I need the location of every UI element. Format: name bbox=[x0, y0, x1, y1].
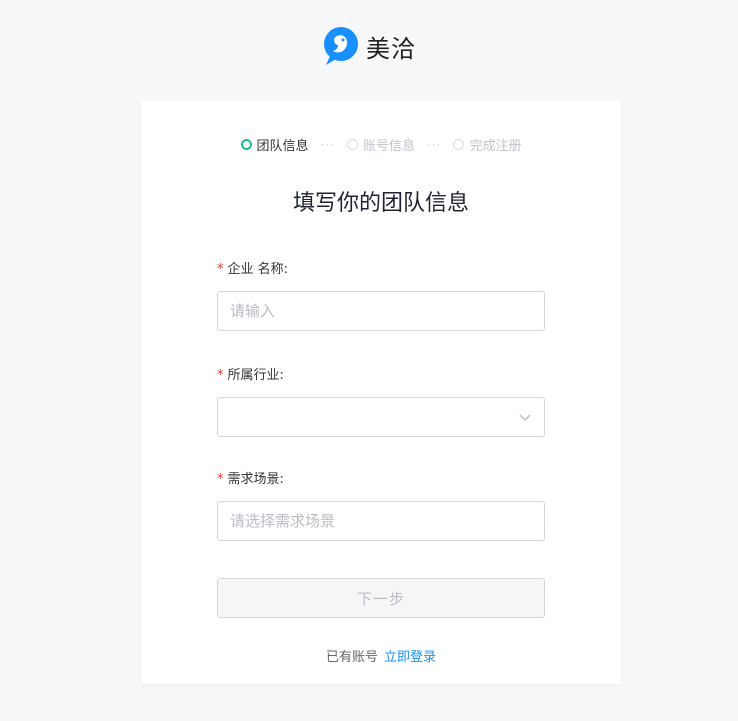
company-name-label: * 企业 名称: bbox=[217, 262, 289, 277]
step-separator: ··· bbox=[320, 137, 335, 152]
step-pending-circle-icon bbox=[453, 139, 465, 150]
step-label: 账号信息 bbox=[362, 139, 415, 154]
step-separator: ··· bbox=[427, 137, 442, 152]
registration-card: 团队信息 ··· 账号信息 ··· 完成注册 填写你的团队信息 *企业 名称: bbox=[141, 101, 621, 684]
signup-page: 美洽 团队信息 ··· 账号信息 ··· 完成注册 填写你的团队信息 * 企业 名… bbox=[0, 0, 738, 721]
company-name-input[interactable] bbox=[230, 302, 532, 320]
brand-header: 美洽 bbox=[0, 26, 738, 66]
scenario-label: * 需求场景: bbox=[217, 472, 284, 487]
login-prompt: 已有账号 bbox=[325, 650, 378, 665]
scenario-input-wrapper[interactable] bbox=[217, 501, 545, 541]
company-name-input-wrapper[interactable] bbox=[217, 291, 545, 331]
required-mark: * bbox=[217, 368, 224, 383]
next-step-button[interactable]: 下一步 bbox=[217, 578, 545, 618]
industry-field: * 所属行业: bbox=[217, 367, 545, 437]
step-active-circle-icon bbox=[240, 139, 252, 150]
meiqia-logo-icon bbox=[324, 27, 358, 65]
step-account-info: 账号信息 bbox=[346, 135, 415, 154]
brand-name: 美洽 bbox=[366, 34, 416, 63]
page-title: 填写你的团队信息 bbox=[292, 191, 469, 216]
industry-select[interactable] bbox=[217, 397, 545, 437]
industry-label: * 所属行业: bbox=[217, 368, 284, 383]
login-prompt-row: 已有账号 立即登录 bbox=[141, 646, 621, 665]
step-complete: 完成注册 bbox=[453, 135, 521, 154]
step-label: 团队信息 bbox=[256, 139, 309, 154]
required-mark: * bbox=[217, 472, 224, 487]
step-pending-circle-icon bbox=[346, 139, 358, 150]
step-indicator: 团队信息 ··· 账号信息 ··· 完成注册 bbox=[141, 135, 621, 154]
chevron-down-icon bbox=[519, 414, 531, 421]
step-label: 完成注册 bbox=[469, 139, 522, 154]
scenario-field: * 需求场景: bbox=[217, 471, 545, 541]
login-link[interactable]: 立即登录 bbox=[384, 650, 436, 665]
scenario-input[interactable] bbox=[230, 512, 532, 530]
company-name-field: * 企业 名称: bbox=[217, 261, 545, 331]
step-team-info: 团队信息 bbox=[240, 135, 309, 154]
required-mark: * bbox=[217, 262, 224, 277]
